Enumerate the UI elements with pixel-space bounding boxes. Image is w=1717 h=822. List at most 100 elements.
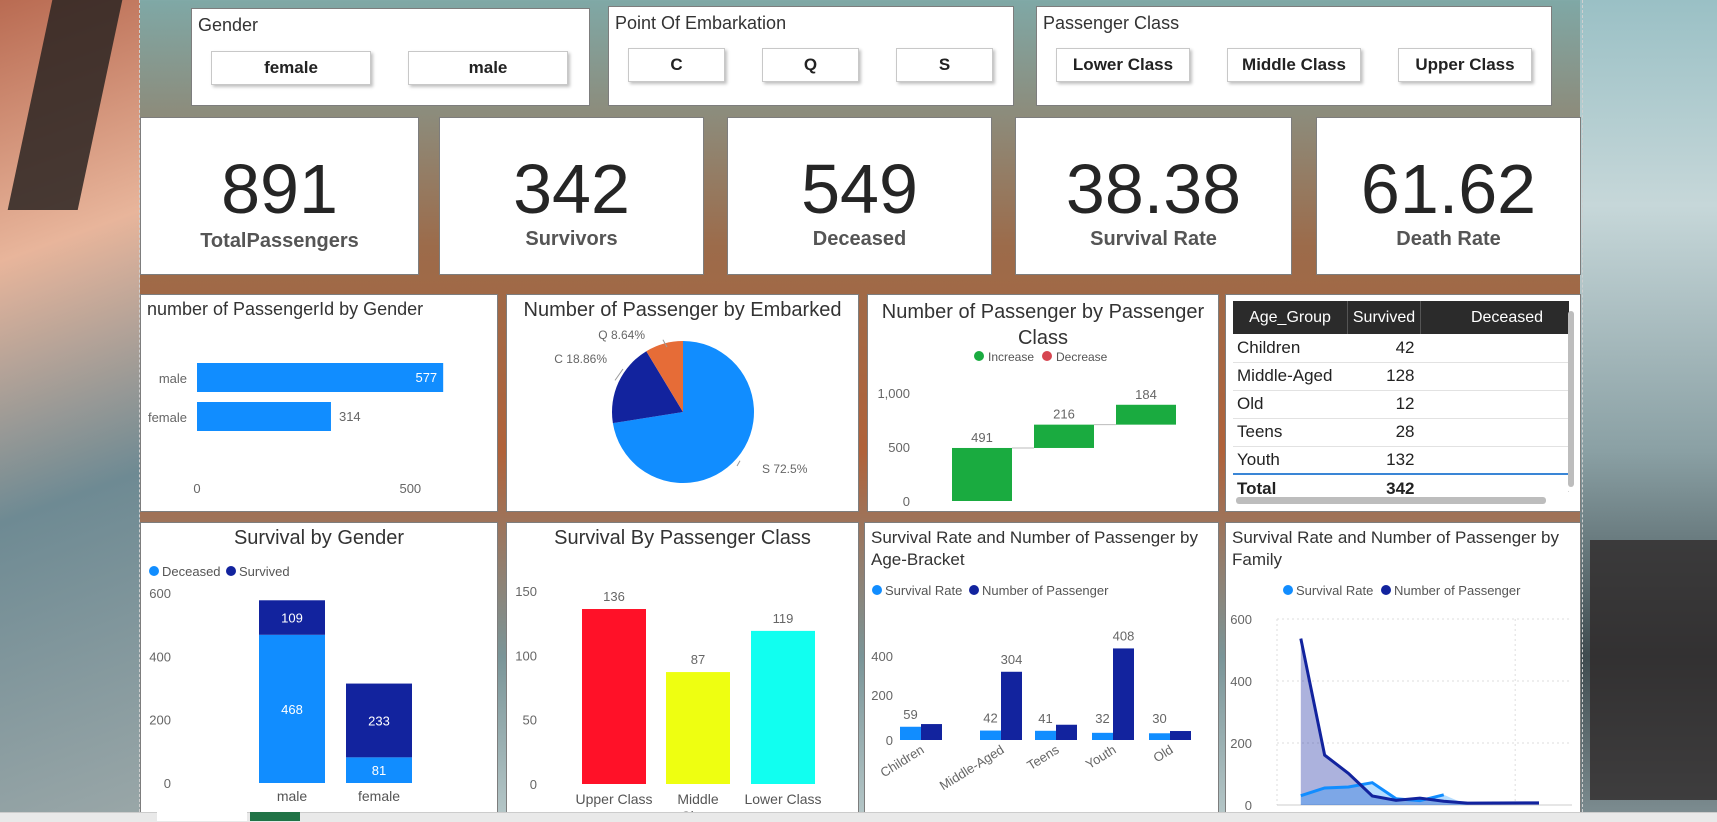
matrix-row[interactable]: Middle-Aged 128 17 (1233, 362, 1569, 390)
matrix-cell: 12 (1395, 394, 1415, 413)
matrix-cell: 132 (1386, 449, 1415, 469)
matrix-row[interactable]: Old 12 2 (1233, 390, 1569, 418)
embarkation-slicer-title: Point Of Embarkation (615, 13, 787, 33)
legend-marker-survived (226, 566, 236, 576)
matrix-cell: 2 (1421, 390, 1570, 418)
bar-data-label: 184 (1135, 387, 1157, 402)
matrix-header-age-group[interactable]: Age_Group (1233, 301, 1348, 334)
matrix-table: Age_Group Survived Deceased Children422M… (1233, 301, 1569, 497)
x-category-label: Middle-Aged (937, 742, 1007, 793)
legend-label: Survived (239, 564, 290, 579)
legend-marker-passengers (969, 585, 979, 595)
x-tick-label: 500 (399, 481, 421, 496)
chart-title: Survival by Gender (233, 527, 405, 549)
x-category-label: Upper Class (575, 791, 652, 807)
matrix-row[interactable]: Youth 132 27 (1233, 446, 1569, 474)
bar-data-label: 233 (368, 713, 390, 728)
kpi-value: 342 (513, 150, 630, 228)
kpi-label: Survivors (525, 228, 618, 250)
kpi-total-passengers: 891 TotalPassengers (140, 117, 419, 275)
matrix-cell: 42 (1395, 337, 1415, 357)
chart-title: Number of Passenger by Passenger Class (868, 299, 1218, 351)
chart-title: Number of Passenger by Embarked (523, 299, 842, 321)
legend-label: Number of Passenger (1394, 583, 1521, 598)
kpi-label: Deceased (812, 228, 907, 250)
bar-data-label: 32 (1095, 711, 1109, 726)
matrix-cell: 17 (1421, 362, 1569, 390)
embark-option-c[interactable]: C (628, 48, 725, 82)
age-bracket-chart: Survival Rate and Number of Passenger by… (864, 522, 1219, 812)
pie-leader-line (736, 460, 741, 467)
bar-category-label: male (159, 371, 187, 386)
x-category-label: Lower Class (744, 791, 821, 807)
pie-data-label: C 18.86% (554, 352, 607, 366)
bar-data-label: 41 (1038, 711, 1052, 726)
gender-option-male[interactable]: male (408, 51, 568, 85)
bar-data-label: 314 (339, 409, 361, 424)
gender-slicer-title: Gender (198, 15, 259, 35)
pclass-option-middle[interactable]: Middle Class (1227, 48, 1361, 82)
legend-marker-survival-rate (1283, 585, 1293, 595)
legend-label: Increase (988, 351, 1034, 364)
matrix-row-label: Children (1237, 337, 1301, 357)
embarked-pie-svg: S 72.5% C 18.86% Q 8.64% (554, 328, 808, 483)
bar-passengers (1113, 648, 1134, 740)
legend-label: Number of Passenger (982, 583, 1109, 598)
embark-option-q[interactable]: Q (762, 48, 859, 82)
bar-data-label: 408 (1113, 628, 1135, 643)
x-tick-label: 0 (193, 481, 200, 496)
matrix-horizontal-scrollbar[interactable] (1236, 497, 1546, 504)
bar-passengers (921, 724, 942, 740)
pclass-option-lower[interactable]: Lower Class (1056, 48, 1190, 82)
y-tick-label: 200 (871, 688, 893, 703)
age-bracket-svg: Survival Rate Number of Passenger 400 200 05… (871, 583, 1191, 793)
class-waterfall-chart: Number of Passenger by Passenger Class I… (867, 294, 1219, 512)
x-category-label: Old (1150, 742, 1175, 765)
kpi-value: 38.38 (1065, 150, 1242, 228)
bar-data-label: 304 (1001, 652, 1023, 667)
y-tick-label: 0 (530, 777, 537, 792)
matrix-row[interactable]: Children 42 2 (1233, 334, 1569, 362)
bar-survival-rate (1149, 733, 1170, 740)
bar-data-label: 42 (983, 711, 997, 726)
matrix-row-label: Old (1237, 394, 1264, 413)
gender-count-chart: number of PassengerId by Gender male 577 f… (140, 294, 498, 512)
bar-survival-rate (980, 730, 1001, 740)
matrix-vertical-scrollbar[interactable] (1568, 311, 1574, 487)
waterfall-bar (1034, 424, 1094, 448)
matrix-cell: 4 (1421, 418, 1570, 446)
page-tab[interactable] (157, 812, 247, 821)
matrix-total-row: Total 342 54 (1233, 474, 1569, 497)
family-svg: Survival Rate Number of Passenger 600 400 20… (1230, 583, 1572, 813)
survival-by-class-chart: Survival By Passenger Class 150 100 50 0 136… (506, 522, 859, 813)
bar (197, 363, 444, 392)
pclass-option-upper[interactable]: Upper Class (1398, 48, 1532, 82)
chart-title: Survival By Passenger Class (554, 527, 811, 549)
matrix-row[interactable]: Teens 28 4 (1233, 418, 1569, 446)
chart-title: number of PassengerId by Gender (147, 299, 424, 319)
matrix-total-cell: 54 (1421, 474, 1569, 498)
matrix-header-deceased[interactable]: Deceased (1421, 301, 1570, 334)
matrix-header-survived[interactable]: Survived (1347, 301, 1421, 334)
matrix-cell: 2 (1421, 334, 1570, 362)
y-tick-label: 600 (149, 586, 171, 601)
bar-data-label: 87 (691, 652, 705, 667)
matrix-total-label: Total (1237, 478, 1277, 498)
gender-option-female[interactable]: female (211, 51, 371, 85)
bar-passengers (1056, 724, 1077, 740)
matrix-cell: 28 (1395, 422, 1415, 441)
legend-marker-survival-rate (872, 585, 882, 595)
x-category-label: male (277, 788, 308, 804)
matrix-total-cell: 342 (1386, 478, 1415, 498)
bar-data-label: 577 (415, 370, 437, 385)
legend-marker-increase (974, 351, 984, 361)
bar-category-label: female (148, 410, 187, 425)
y-tick-label: 400 (149, 649, 171, 664)
y-tick-label: 50 (523, 713, 537, 728)
passenger-class-slicer-title: Passenger Class (1043, 13, 1180, 33)
embark-option-s[interactable]: S (896, 48, 993, 82)
y-tick-label: 0 (1245, 798, 1252, 813)
class-waterfall-svg: IncreaseDecrease1,0005000491LowerClass21… (877, 351, 1176, 509)
active-page-tab[interactable] (250, 812, 300, 821)
bar-survival-rate (1092, 732, 1113, 740)
